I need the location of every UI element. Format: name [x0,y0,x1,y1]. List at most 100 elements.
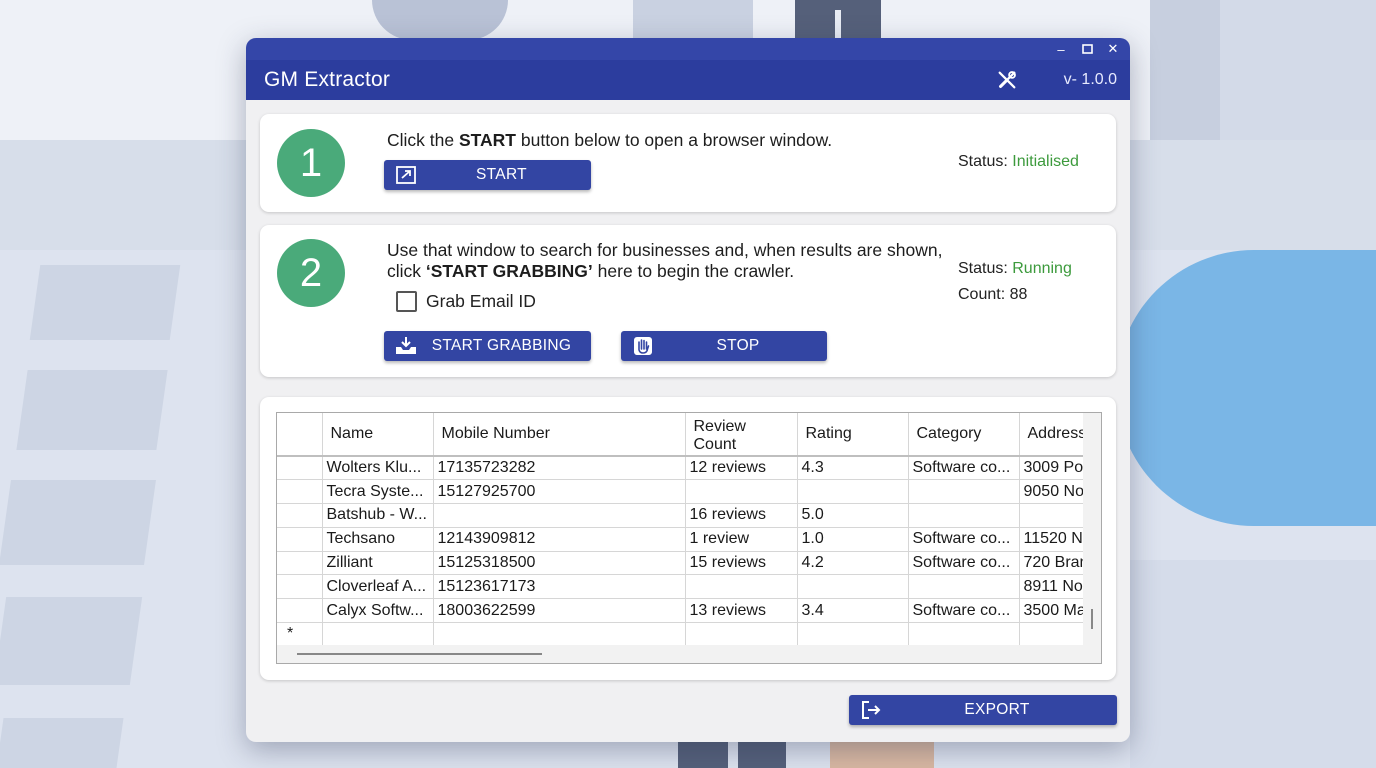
step2-line1: Use that window to search for businesses… [387,240,943,260]
new-row-cell[interactable] [908,622,1020,647]
table-row[interactable]: Calyx Softw... 18003622599 13 reviews 3.4 So… [277,598,1085,624]
table-row[interactable]: Tecra Syste... 15127925700 9050 No [277,479,1085,505]
start-button[interactable]: START [384,160,591,190]
cell-name[interactable]: Batshub - W... [322,503,434,528]
horizontal-scrollbar[interactable] [277,645,1101,663]
cell-address[interactable] [1019,503,1085,528]
cell-mobile[interactable]: 15125318500 [433,551,686,576]
new-row-cell[interactable] [433,622,686,647]
table-row[interactable]: Wolters Klu... 17135723282 12 reviews 4.3 So… [277,456,1085,481]
cell-address[interactable]: 720 Bran [1019,551,1085,576]
cell-address[interactable]: 9050 No [1019,479,1085,505]
cell-review-count[interactable] [685,574,798,600]
step2-status-label: Status: [958,260,1013,277]
hand-stop-icon [631,335,655,357]
cell-category[interactable] [908,503,1020,528]
version-label: v- 1.0.0 [1063,71,1117,88]
cell-rating[interactable] [797,574,909,600]
cell-name[interactable]: Calyx Softw... [322,598,434,624]
app-title: GM Extractor [264,68,391,91]
cell-mobile[interactable]: 15123617173 [433,574,686,600]
cell-rating[interactable]: 3.4 [797,598,909,624]
cell-rating[interactable]: 4.3 [797,456,909,481]
tools-icon [998,71,1016,89]
cell-address[interactable]: 8911 No [1019,574,1085,600]
row-header[interactable] [277,598,323,624]
column-header-category[interactable]: Category [908,413,1020,457]
cell-mobile[interactable]: 17135723282 [433,456,686,481]
step2-instruction: Use that window to search for businesses… [387,240,942,282]
cell-category[interactable]: Software co... [908,551,1020,576]
cell-name[interactable]: Techsano [322,527,434,552]
cell-review-count[interactable]: 1 review [685,527,798,552]
maximize-button[interactable] [1076,40,1098,58]
row-header[interactable] [277,574,323,600]
cell-rating[interactable] [797,479,909,505]
cell-review-count[interactable]: 16 reviews [685,503,798,528]
cell-mobile[interactable] [433,503,686,528]
column-header-review-count[interactable]: Review Count [685,413,798,457]
results-grid[interactable]: Name Mobile Number Review Count Rating C… [276,412,1102,664]
table-row[interactable]: Zilliant 15125318500 15 reviews 4.2 Software… [277,551,1085,576]
open-external-icon [394,164,418,186]
cell-mobile[interactable]: 12143909812 [433,527,686,552]
column-header-address[interactable]: Address [1019,413,1085,457]
minimize-button[interactable]: – [1050,40,1072,58]
cell-name[interactable]: Tecra Syste... [322,479,434,505]
column-header-rating[interactable]: Rating [797,413,909,457]
export-button[interactable]: EXPORT [849,695,1117,725]
grab-email-option: Grab Email ID [396,291,536,312]
cell-review-count[interactable]: 13 reviews [685,598,798,624]
cell-address[interactable]: 3009 Po [1019,456,1085,481]
cell-rating[interactable]: 5.0 [797,503,909,528]
step1-status-label: Status: [958,153,1013,170]
cell-category[interactable] [908,479,1020,505]
start-grabbing-button[interactable]: START GRABBING [384,331,591,361]
horizontal-scroll-thumb[interactable] [297,653,542,655]
close-button[interactable]: ✕ [1102,40,1124,58]
step1-text-after: button below to open a browser window. [516,130,833,150]
new-row-cell[interactable] [685,622,798,647]
cell-name[interactable]: Cloverleaf A... [322,574,434,600]
cell-address[interactable]: 11520 N [1019,527,1085,552]
cell-mobile[interactable]: 18003622599 [433,598,686,624]
grab-email-checkbox[interactable] [396,291,417,312]
maximize-icon [1081,44,1093,54]
stop-button[interactable]: STOP [621,331,827,361]
vertical-scroll-thumb[interactable] [1091,609,1093,629]
cell-address[interactable]: 3500 Ma [1019,598,1085,624]
step1-status: Status: Initialised [958,153,1079,171]
cell-category[interactable]: Software co... [908,456,1020,481]
cell-category[interactable]: Software co... [908,598,1020,624]
table-row[interactable]: Techsano 12143909812 1 review 1.0 Software c… [277,527,1085,552]
column-header-name[interactable]: Name [322,413,434,457]
row-header[interactable] [277,527,323,552]
cell-category[interactable]: Software co... [908,527,1020,552]
cell-review-count[interactable] [685,479,798,505]
cell-review-count[interactable]: 15 reviews [685,551,798,576]
step2-line2-bold: ‘START GRABBING’ [425,261,593,281]
new-row-cell[interactable] [1019,622,1085,647]
step2-count-label: Count: [958,286,1010,303]
cell-category[interactable] [908,574,1020,600]
cell-mobile[interactable]: 15127925700 [433,479,686,505]
table-row[interactable]: Cloverleaf A... 15123617173 8911 No [277,574,1085,600]
app-window: – ✕ GM Extractor v- 1.0.0 1 Click the ST… [246,38,1130,742]
vertical-scrollbar[interactable] [1083,413,1101,647]
table-row[interactable]: Batshub - W... 16 reviews 5.0 [277,503,1085,528]
row-header[interactable] [277,479,323,505]
new-row-cell[interactable] [797,622,909,647]
cell-name[interactable]: Zilliant [322,551,434,576]
column-header-mobile[interactable]: Mobile Number [433,413,686,457]
cell-name[interactable]: Wolters Klu... [322,456,434,481]
row-header[interactable] [277,456,323,481]
new-row-cell[interactable] [322,622,434,647]
new-row[interactable]: * [277,622,1085,647]
step1-text-before: Click the [387,130,459,150]
cell-review-count[interactable]: 12 reviews [685,456,798,481]
cell-rating[interactable]: 1.0 [797,527,909,552]
settings-button[interactable] [996,69,1018,91]
row-header[interactable] [277,551,323,576]
row-header[interactable] [277,503,323,528]
cell-rating[interactable]: 4.2 [797,551,909,576]
